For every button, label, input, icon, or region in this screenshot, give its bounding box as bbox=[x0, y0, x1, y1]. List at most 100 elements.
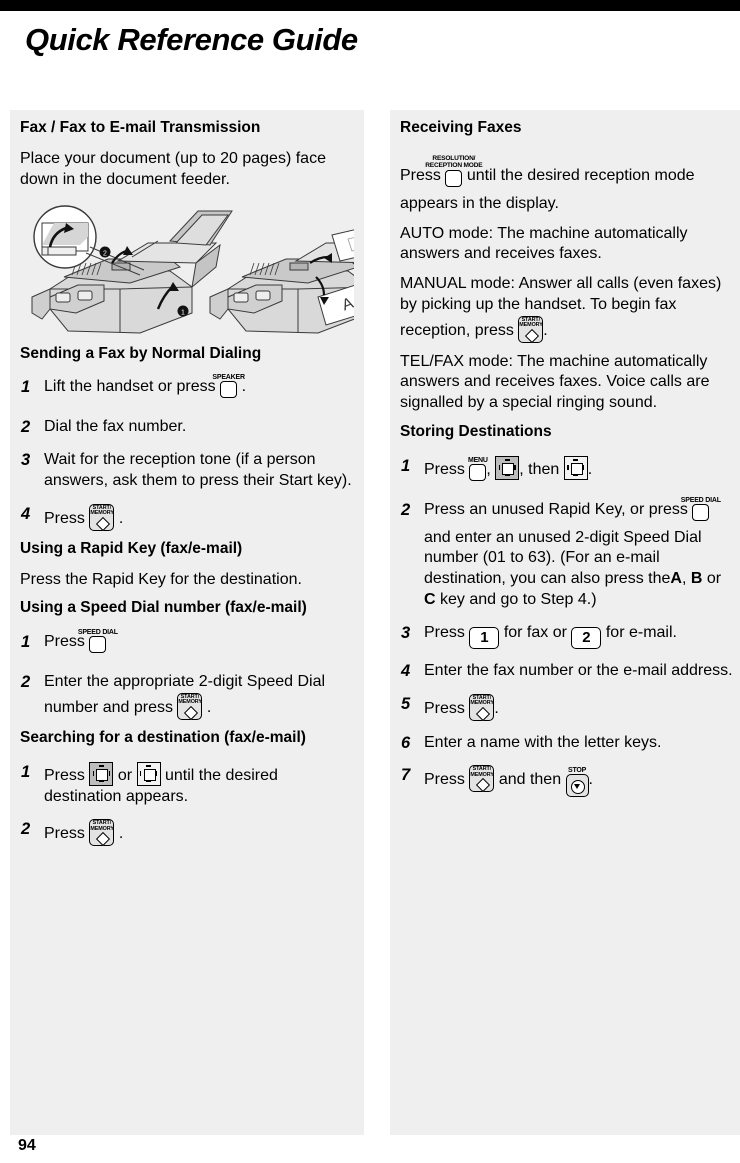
step-text-cont: and enter an unused 2-digit Speed Dial n… bbox=[424, 528, 702, 588]
speed-dial-key-label: SPEED DIAL bbox=[680, 496, 721, 504]
speed-dial-key-body bbox=[692, 503, 710, 521]
start-memory-key-label: START/MEMORY bbox=[519, 316, 543, 329]
step-number: 3 bbox=[21, 451, 31, 469]
sep-comma: , bbox=[681, 570, 687, 588]
step-number: 1 bbox=[21, 378, 31, 397]
start-memory-key-label: START/MEMORY bbox=[470, 766, 494, 779]
step-text: Press bbox=[424, 699, 465, 717]
step-text: Press bbox=[44, 766, 85, 784]
start-memory-key-label: START/MEMORY bbox=[178, 693, 202, 706]
arrow-key-left-icon[interactable] bbox=[495, 455, 520, 480]
start-memory-key-label: START/MEMORY bbox=[90, 820, 114, 832]
arrow-key-left-icon[interactable] bbox=[89, 761, 114, 786]
step-number: 4 bbox=[401, 661, 411, 680]
step-text: Enter the fax number or the e-mail addre… bbox=[424, 661, 733, 679]
heading-using-speed-dial: Using a Speed Dial number (fax/e-mail) bbox=[20, 599, 307, 617]
step-text-tail: . bbox=[587, 460, 593, 478]
step-item: 1 Press MENU , , then . bbox=[400, 455, 734, 488]
step-text: Dial the fax number. bbox=[44, 418, 187, 436]
numeric-key-2[interactable]: 2 bbox=[571, 626, 602, 649]
step-number: 1 bbox=[401, 456, 411, 475]
step-text-tail: for e-mail. bbox=[605, 623, 677, 641]
step-item: 1 Lift the handset or press SPEAKER . bbox=[20, 374, 354, 405]
step-number: 2 bbox=[21, 820, 31, 839]
heading-using-rapid-key: Using a Rapid Key (fax/e-mail) bbox=[20, 539, 243, 557]
step-text-tail: . bbox=[118, 509, 124, 527]
step-item: 2 Press START/MEMORY . bbox=[20, 819, 354, 847]
page-title: Quick Reference Guide bbox=[25, 22, 358, 57]
step-number: 6 bbox=[401, 733, 411, 752]
step-text-tail: . bbox=[588, 771, 593, 789]
speed-dial-key[interactable]: SPEED DIAL bbox=[78, 629, 118, 660]
start-diamond-icon bbox=[524, 328, 539, 343]
step-text: Press bbox=[424, 460, 465, 478]
svg-text:1: 1 bbox=[181, 309, 185, 316]
arrow-key-right-icon[interactable] bbox=[136, 761, 161, 786]
steps-normal-dialing: 1 Lift the handset or press SPEAKER . 2 … bbox=[20, 374, 354, 531]
step-text-mid: for fax or bbox=[503, 623, 567, 641]
speaker-key[interactable]: SPEAKER bbox=[212, 374, 245, 405]
step-number: 2 bbox=[21, 418, 31, 437]
step-text: Press bbox=[424, 623, 465, 641]
stop-triangle-icon bbox=[573, 783, 580, 789]
numeric-key-1[interactable]: 1 bbox=[469, 626, 500, 649]
steps-searching: 1 Press or until the desired destination… bbox=[20, 761, 354, 847]
step-text-mid: or bbox=[117, 766, 133, 784]
menu-key-label: MENU bbox=[467, 456, 488, 464]
resolution-reception-mode-key-label: RESOLUTION/RECEPTION MODE bbox=[425, 155, 483, 170]
manual-mode-tail: . bbox=[543, 321, 548, 339]
start-memory-key-label: START/MEMORY bbox=[90, 504, 114, 517]
step-number: 3 bbox=[401, 623, 411, 642]
start-memory-key[interactable]: START/MEMORY bbox=[469, 765, 495, 793]
start-diamond-icon bbox=[475, 706, 490, 721]
key-c-label: C bbox=[424, 590, 436, 608]
stop-key-label: STOP bbox=[567, 767, 587, 775]
step-item: 6 Enter a name with the letter keys. bbox=[400, 733, 734, 754]
step-text: Enter a name with the letter keys. bbox=[424, 733, 662, 751]
step-text: Press bbox=[44, 509, 85, 527]
step-text-tail: key and go to Step 4.) bbox=[440, 590, 597, 608]
speaker-key-body bbox=[220, 381, 238, 399]
steps-storing-destinations: 1 Press MENU , , then . 2 Press an unuse… bbox=[400, 455, 734, 798]
step-item: 7 Press START/MEMORY and then STOP . bbox=[400, 765, 734, 798]
start-diamond-icon bbox=[95, 832, 110, 847]
key-a-label: A bbox=[670, 570, 682, 588]
speed-dial-key[interactable]: SPEED DIAL bbox=[681, 497, 721, 528]
step-item: 4 Press START/MEMORY . bbox=[20, 503, 354, 531]
paragraph-rapid-key: Press the Rapid Key for the destination. bbox=[20, 570, 302, 588]
speed-dial-key-body bbox=[89, 636, 107, 654]
step-number: 2 bbox=[21, 673, 31, 691]
start-diamond-icon bbox=[95, 516, 110, 531]
step-text-tail: . bbox=[494, 699, 499, 717]
menu-key[interactable]: MENU bbox=[468, 457, 488, 488]
step-text-tail: . bbox=[206, 698, 212, 716]
stop-key[interactable]: STOP bbox=[565, 767, 589, 798]
start-memory-key[interactable]: START/MEMORY bbox=[469, 693, 495, 721]
start-memory-key[interactable]: START/MEMORY bbox=[89, 503, 115, 531]
step-text-mid: and then bbox=[498, 771, 562, 789]
paragraph-telfax-mode: TEL/FAX mode: The machine automatically … bbox=[400, 352, 710, 412]
left-column-panel: Fax / Fax to E-mail Transmission Place y… bbox=[10, 110, 364, 1135]
heading-receiving-faxes: Receiving Faxes bbox=[400, 119, 522, 136]
step-text: Wait for the reception tone (if a person… bbox=[44, 451, 352, 489]
start-memory-key[interactable]: START/MEMORY bbox=[518, 315, 544, 343]
step-item: 5 Press START/MEMORY . bbox=[400, 693, 734, 721]
heading-storing-destinations: Storing Destinations bbox=[400, 423, 552, 441]
step-text: Press bbox=[44, 825, 85, 843]
stop-key-body bbox=[565, 774, 589, 798]
start-memory-key[interactable]: START/MEMORY bbox=[177, 692, 203, 720]
step-number: 5 bbox=[401, 694, 411, 713]
manual-mode-lead: MANUAL mode: Answer all calls (even faxe… bbox=[400, 275, 722, 339]
step-number: 2 bbox=[401, 500, 411, 519]
arrow-key-right-icon[interactable] bbox=[563, 455, 588, 480]
speaker-key-label: SPEAKER bbox=[212, 374, 245, 382]
figure-document-loading: 1 2 A bbox=[31, 204, 354, 334]
step-item: 2 Dial the fax number. bbox=[20, 417, 354, 438]
start-memory-key[interactable]: START/MEMORY bbox=[89, 819, 115, 847]
paragraph-reception-mode: Press RESOLUTION/RECEPTION MODE until th… bbox=[400, 156, 734, 215]
step-sep-2: , then bbox=[519, 460, 560, 478]
step-item: 2 Press an unused Rapid Key, or press SP… bbox=[400, 497, 734, 611]
resolution-reception-mode-key[interactable]: RESOLUTION/RECEPTION MODE bbox=[425, 156, 483, 194]
page-number: 94 bbox=[18, 1137, 36, 1154]
right-column-panel: Receiving Faxes Press RESOLUTION/RECEPTI… bbox=[390, 110, 740, 1135]
